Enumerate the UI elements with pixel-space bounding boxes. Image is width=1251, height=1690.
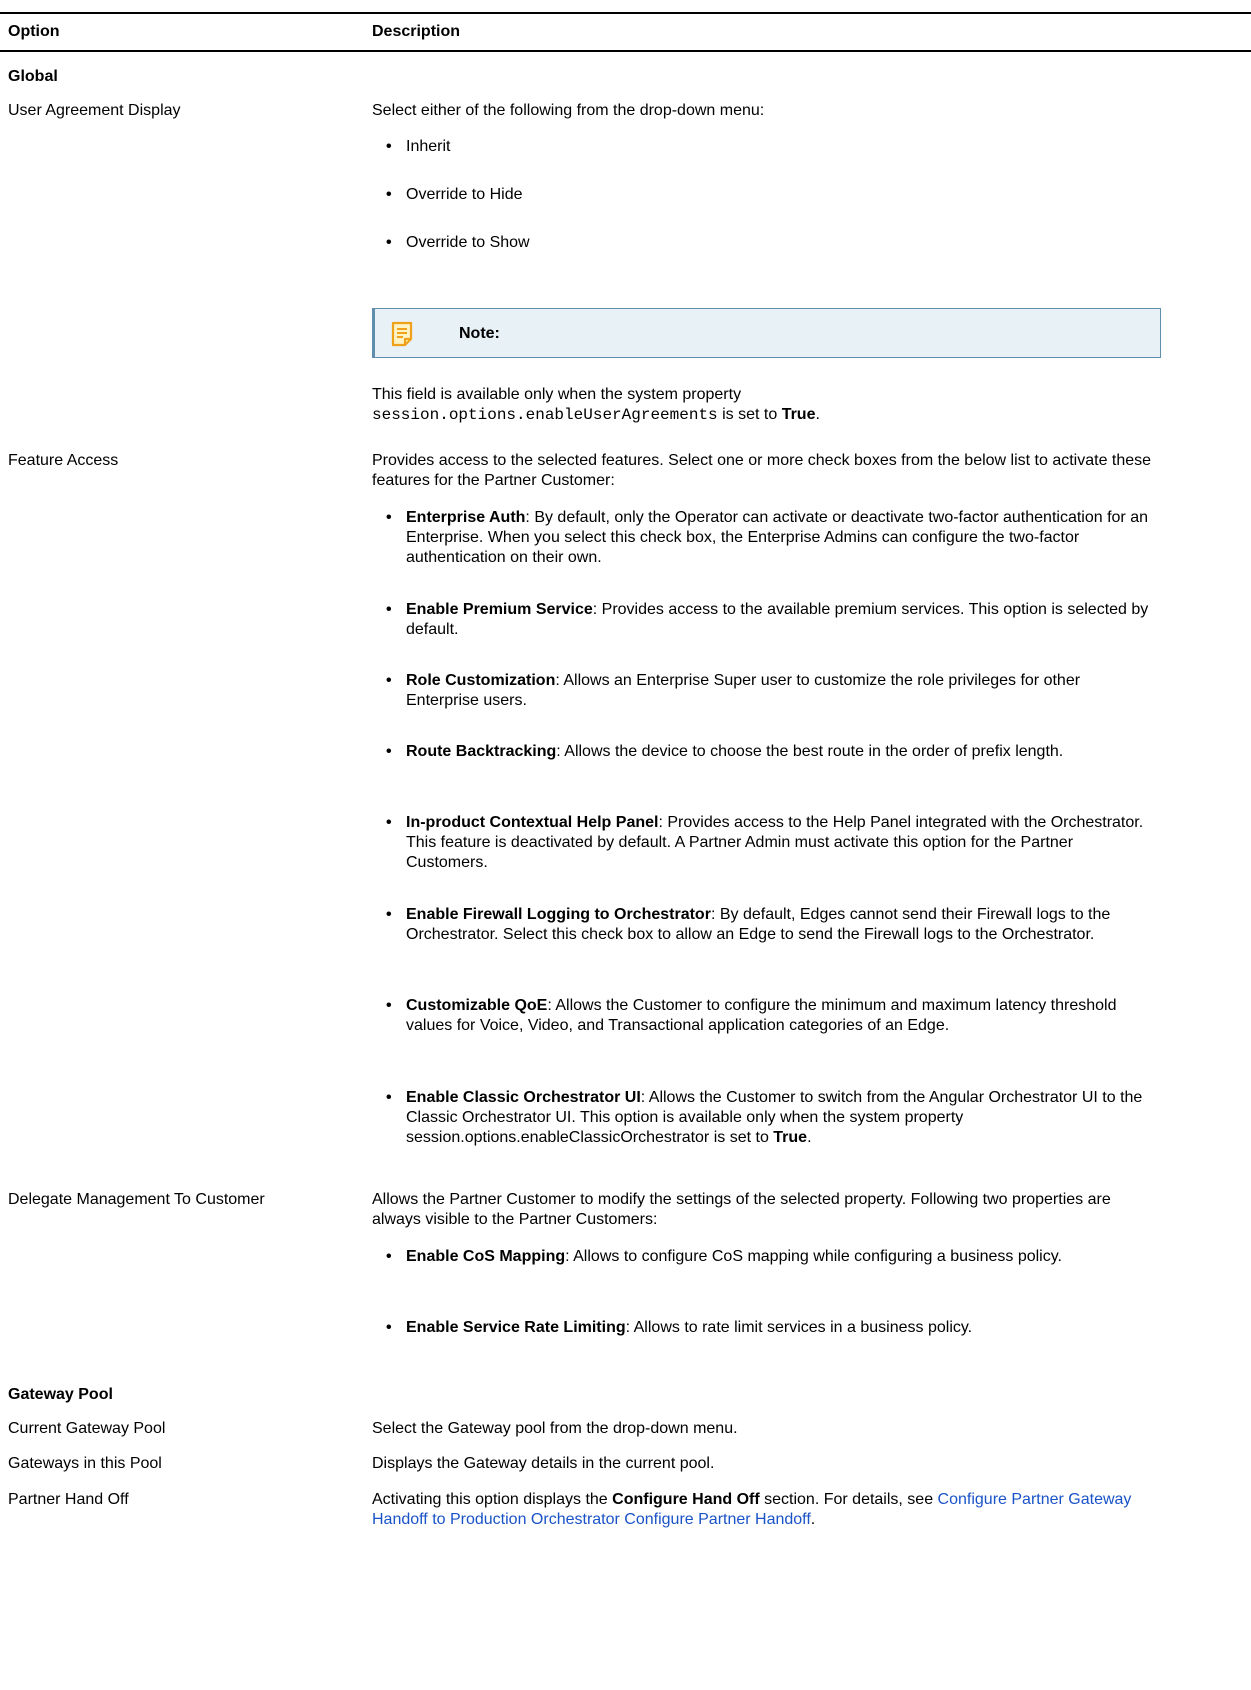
user-agreement-intro: Select either of the following from the …: [372, 102, 765, 119]
bullet-icon: •: [386, 186, 392, 203]
current-gateway-pool-desc: Select the Gateway pool from the drop-do…: [372, 1420, 738, 1437]
bullet-icon: •: [386, 1319, 392, 1336]
bullet-icon: •: [386, 814, 392, 831]
feature-access-intro: Provides access to the selected features…: [372, 452, 1152, 489]
bullet-icon: •: [386, 234, 392, 251]
delegate-intro: Allows the Partner Customer to modify th…: [372, 1191, 1111, 1228]
list-item: • Override to Hide: [386, 186, 523, 203]
link-configure-partner-handoff[interactable]: Configure Partner Handoff: [624, 1511, 810, 1528]
list-item: • Enable Firewall Logging to Orchestrato…: [386, 906, 1111, 943]
column-header-option: Option: [8, 23, 60, 40]
header-bottom-rule: [0, 50, 1251, 52]
option-current-gateway-pool: Current Gateway Pool: [8, 1420, 166, 1437]
list-item: • Route Backtracking: Allows the device …: [386, 743, 1064, 760]
option-feature-access: Feature Access: [8, 452, 119, 469]
column-header-description: Description: [372, 23, 461, 40]
note-box: Note:: [372, 308, 1161, 358]
list-item: • Role Customization: Allows an Enterpri…: [386, 672, 1081, 709]
table-top-rule: [0, 12, 1251, 14]
list-item: • Enterprise Auth: By default, only the …: [386, 509, 1148, 566]
note-label: Note:: [459, 325, 500, 342]
list-item: • Enable CoS Mapping: Allows to configur…: [386, 1248, 1062, 1265]
bullet-icon: •: [386, 743, 392, 760]
bullet-icon: •: [386, 906, 392, 923]
list-item: • Customizable QoE: Allows the Customer …: [386, 997, 1117, 1034]
list-item: • Enable Service Rate Limiting: Allows t…: [386, 1319, 973, 1336]
list-item: • Enable Premium Service: Provides acces…: [386, 601, 1149, 638]
list-item: • Inherit: [386, 138, 451, 155]
code-property: session.options.enableUserAgreements: [372, 406, 718, 424]
option-user-agreement-display: User Agreement Display: [8, 102, 181, 119]
bullet-icon: •: [386, 1089, 392, 1106]
note-icon: [391, 321, 413, 347]
bullet-icon: •: [386, 997, 392, 1014]
bullet-icon: •: [386, 138, 392, 155]
bullet-icon: •: [386, 509, 392, 526]
list-item: • In-product Contextual Help Panel: Prov…: [386, 814, 1144, 871]
bullet-icon: •: [386, 672, 392, 689]
list-item: • Override to Show: [386, 234, 530, 251]
option-gateways-in-pool: Gateways in this Pool: [8, 1455, 162, 1472]
partner-hand-off-desc: Activating this option displays the Conf…: [372, 1491, 1132, 1528]
bullet-icon: •: [386, 1248, 392, 1265]
option-partner-hand-off: Partner Hand Off: [8, 1491, 129, 1508]
list-item: • Enable Classic Orchestrator UI: Allows…: [386, 1089, 1143, 1146]
section-heading-gateway-pool: Gateway Pool: [8, 1386, 113, 1403]
gateways-in-pool-desc: Displays the Gateway details in the curr…: [372, 1455, 715, 1472]
user-agreement-availability: This field is available only when the sy…: [372, 386, 820, 424]
section-heading-global: Global: [8, 68, 58, 85]
option-delegate-management: Delegate Management To Customer: [8, 1191, 265, 1208]
bullet-icon: •: [386, 601, 392, 618]
